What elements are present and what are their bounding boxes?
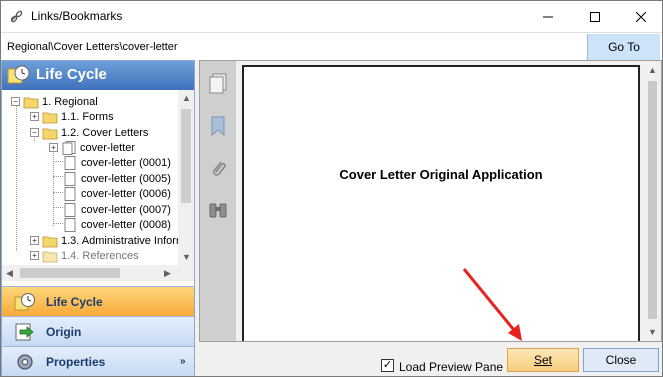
scroll-down-icon[interactable]: ▼ bbox=[648, 327, 657, 337]
load-preview-label: Load Preview Pane bbox=[399, 360, 504, 374]
title-bar: Links/Bookmarks bbox=[1, 1, 662, 32]
tree-node-cover-letter-0001[interactable]: cover-letter (0001) bbox=[62, 155, 171, 170]
origin-arrow-icon bbox=[15, 323, 34, 341]
close-icon bbox=[636, 11, 646, 22]
expand-icon[interactable]: + bbox=[30, 251, 39, 260]
bookmark-icon[interactable] bbox=[207, 115, 229, 137]
document-stack-icon bbox=[62, 140, 76, 155]
close-button[interactable]: Close bbox=[583, 348, 659, 372]
tree-node-label: 1.4. References bbox=[61, 249, 139, 262]
expand-icon[interactable]: + bbox=[30, 112, 39, 121]
nav-lifecycle-button[interactable]: Life Cycle bbox=[2, 286, 194, 316]
chevron-double-right-icon[interactable]: » bbox=[180, 356, 186, 367]
nav-properties-label: Properties bbox=[46, 355, 106, 369]
scroll-thumb[interactable] bbox=[181, 109, 191, 203]
document-icon bbox=[64, 202, 76, 217]
preview-vertical-scrollbar[interactable]: ▲ ▼ bbox=[644, 61, 661, 341]
tree-node-cover-letters[interactable]: − 1.2. Cover Letters bbox=[30, 125, 148, 140]
tree-node-forms[interactable]: + 1.1. Forms bbox=[30, 109, 114, 124]
nav-properties-button[interactable]: Properties » bbox=[2, 346, 194, 376]
checkmark-icon: ✓ bbox=[382, 359, 393, 371]
links-bookmarks-window: Links/Bookmarks Regional\Cover Letters\c… bbox=[0, 0, 663, 377]
binoculars-icon[interactable] bbox=[207, 199, 229, 221]
tree-node-label: cover-letter (0007) bbox=[81, 203, 171, 216]
collapse-icon[interactable]: − bbox=[11, 97, 20, 106]
tree-node-regional[interactable]: − 1. Regional bbox=[11, 94, 98, 109]
properties-gear-icon bbox=[17, 354, 33, 370]
folder-icon bbox=[42, 236, 58, 247]
collapse-icon[interactable]: − bbox=[30, 128, 39, 137]
tree-node-label: cover-letter bbox=[80, 141, 136, 154]
tree-vertical-scrollbar[interactable]: ▲ ▼ bbox=[178, 90, 194, 265]
dialog-button-bar: ✓ Load Preview Pane Set Close bbox=[197, 342, 662, 376]
lifecycle-tree: − 1. Regional + 1.1. Forms − 1.2. Cover … bbox=[2, 90, 178, 265]
lifecycle-panel: Life Cycle − 1. Regional + 1.1. Forms − … bbox=[1, 60, 195, 376]
expand-icon[interactable]: + bbox=[49, 143, 58, 152]
tree-node-references[interactable]: + 1.4. References bbox=[30, 248, 139, 263]
tree-node-cover-letter-0005[interactable]: cover-letter (0005) bbox=[62, 171, 171, 186]
tree-node-cover-letter[interactable]: + cover-letter bbox=[49, 140, 135, 155]
maximize-icon bbox=[590, 11, 600, 22]
scroll-up-icon[interactable]: ▲ bbox=[182, 93, 191, 103]
tree-node-label: cover-letter (0006) bbox=[81, 187, 171, 200]
lifecycle-clock-icon bbox=[14, 293, 35, 311]
nav-origin-button[interactable]: Origin bbox=[2, 316, 194, 346]
scroll-thumb[interactable] bbox=[20, 268, 120, 278]
minimize-button[interactable] bbox=[525, 1, 571, 32]
folder-icon bbox=[42, 112, 58, 123]
document-icon bbox=[64, 171, 76, 186]
document-icon bbox=[64, 186, 76, 201]
path-bar: Regional\Cover Letters\cover-letter Go T… bbox=[1, 32, 662, 60]
nav-lifecycle-label: Life Cycle bbox=[46, 295, 103, 309]
tree-node-label: 1.1. Forms bbox=[61, 110, 114, 123]
tree-node-cover-letter-0006[interactable]: cover-letter (0006) bbox=[62, 186, 171, 201]
document-icon bbox=[64, 217, 76, 232]
tree-node-cover-letter-0007[interactable]: cover-letter (0007) bbox=[62, 202, 171, 217]
link-chain-icon bbox=[10, 10, 23, 23]
scroll-thumb[interactable] bbox=[648, 81, 657, 319]
tree-node-label: cover-letter (0005) bbox=[81, 172, 171, 185]
window-title: Links/Bookmarks bbox=[31, 9, 123, 23]
tree-node-administrative[interactable]: + 1.3. Administrative Inform bbox=[30, 233, 178, 248]
set-button[interactable]: Set bbox=[507, 348, 579, 372]
folder-open-icon bbox=[42, 128, 58, 139]
document-preview: Cover Letter Original Application bbox=[242, 65, 640, 341]
lifecycle-header-title: Life Cycle bbox=[36, 66, 107, 83]
document-icon bbox=[64, 155, 76, 170]
red-annotation-arrow-icon bbox=[462, 268, 522, 341]
pages-icon[interactable] bbox=[207, 73, 229, 95]
scroll-down-icon[interactable]: ▼ bbox=[182, 252, 191, 262]
tree-node-label: cover-letter (0001) bbox=[81, 156, 171, 169]
scroll-left-icon[interactable]: ◀ bbox=[6, 268, 13, 279]
window-close-button[interactable] bbox=[618, 1, 662, 32]
tree-node-label: cover-letter (0008) bbox=[81, 218, 171, 231]
lifecycle-clock-icon bbox=[7, 65, 30, 84]
go-to-button[interactable]: Go To bbox=[587, 34, 660, 60]
preview-toolbar bbox=[200, 61, 236, 341]
tree-node-label: 1. Regional bbox=[42, 95, 98, 108]
folder-icon bbox=[42, 251, 58, 262]
folder-open-icon bbox=[23, 97, 39, 108]
lifecycle-header: Life Cycle bbox=[2, 61, 194, 90]
preview-document-title: Cover Letter Original Application bbox=[339, 167, 543, 182]
nav-origin-label: Origin bbox=[46, 325, 82, 339]
tree-horizontal-scrollbar[interactable]: ◀ ▶ bbox=[2, 265, 194, 281]
current-path: Regional\Cover Letters\cover-letter bbox=[7, 41, 178, 53]
preview-panel: Cover Letter Original Application ▲ ▼ bbox=[199, 60, 662, 342]
paperclip-icon[interactable] bbox=[207, 157, 229, 179]
minimize-icon bbox=[543, 16, 553, 17]
scroll-right-icon[interactable]: ▶ bbox=[164, 268, 171, 279]
tree-node-cover-letter-0008[interactable]: cover-letter (0008) bbox=[62, 217, 171, 232]
load-preview-checkbox[interactable]: ✓ bbox=[381, 359, 394, 372]
scroll-up-icon[interactable]: ▲ bbox=[648, 65, 657, 75]
tree-node-label: 1.2. Cover Letters bbox=[61, 126, 149, 139]
maximize-button[interactable] bbox=[572, 1, 618, 32]
tree-node-label: 1.3. Administrative Inform bbox=[61, 234, 178, 247]
expand-icon[interactable]: + bbox=[30, 236, 39, 245]
